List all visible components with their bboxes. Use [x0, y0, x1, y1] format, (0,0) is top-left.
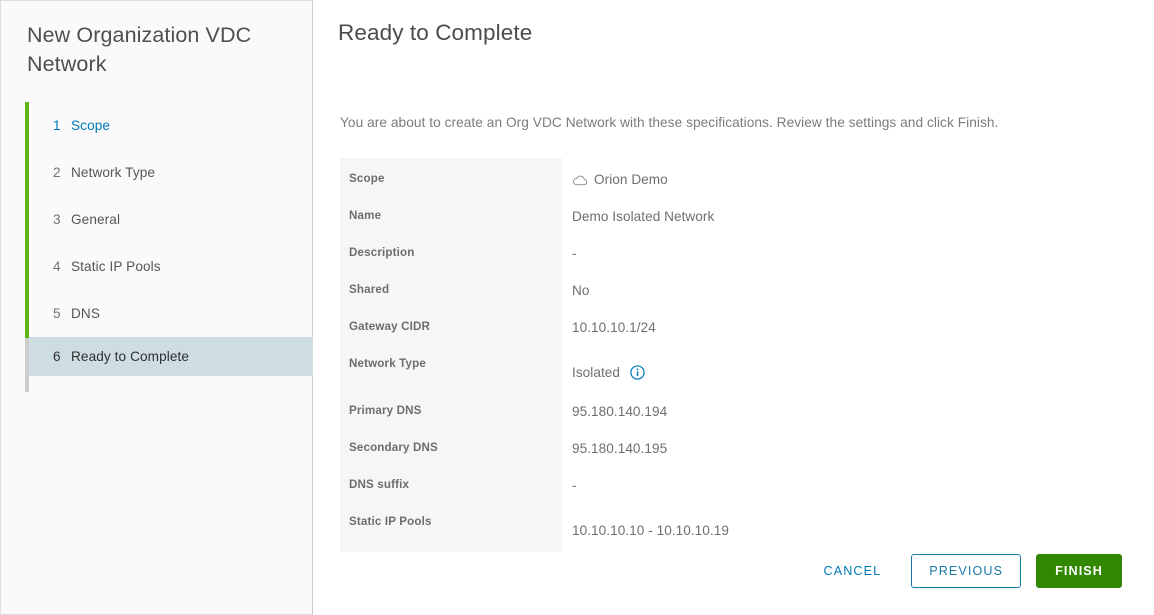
row-label: Secondary DNS — [349, 441, 438, 454]
row-value-text: No — [572, 283, 590, 298]
table-row: Gateway CIDR 10.10.10.1/24 — [340, 306, 1120, 343]
new-org-vdc-network-wizard: New Organization VDC Network 1 Scope 2 N… — [0, 0, 1154, 615]
row-value-text: Orion Demo — [594, 172, 668, 187]
row-value: - — [562, 464, 1120, 493]
table-row: Network Type Isolated — [340, 343, 1120, 390]
row-value: Orion Demo — [562, 158, 1120, 187]
previous-button[interactable]: PREVIOUS — [911, 554, 1022, 588]
row-value-text: - — [572, 478, 577, 493]
sidebar-step-dns[interactable]: 5 DNS — [29, 290, 314, 337]
sidebar-step-scope[interactable]: 1 Scope — [29, 102, 314, 149]
table-row: Primary DNS 95.180.140.194 — [340, 390, 1120, 427]
row-value: 95.180.140.195 — [562, 427, 1120, 456]
table-row: Static IP Pools 10.10.10.10 - 10.10.10.1… — [340, 501, 1120, 548]
row-value: 95.180.140.194 — [562, 390, 1120, 419]
wizard-footer: CANCEL PREVIOUS FINISH — [808, 554, 1122, 588]
step-number: 1 — [53, 118, 61, 133]
step-label: DNS — [71, 306, 101, 321]
row-value: Isolated — [562, 343, 1120, 380]
row-label: Static IP Pools — [349, 515, 432, 528]
row-value-text: 95.180.140.195 — [572, 441, 668, 456]
table-row: Secondary DNS 95.180.140.195 — [340, 427, 1120, 464]
wizard-step-list: 1 Scope 2 Network Type 3 General 4 Stati… — [25, 102, 318, 392]
row-value-text: 10.10.10.1/24 — [572, 320, 656, 335]
table-row: Scope Orion Demo — [340, 158, 1120, 195]
table-row: DNS suffix - — [340, 464, 1120, 501]
row-value-text: 95.180.140.194 — [572, 404, 668, 419]
row-label: Network Type — [349, 357, 426, 370]
row-label: DNS suffix — [349, 478, 410, 491]
row-value-text: - — [572, 246, 577, 261]
wizard-title: New Organization VDC Network — [27, 23, 252, 76]
table-row: Shared No — [340, 269, 1120, 306]
step-label: Scope — [71, 118, 111, 133]
info-icon[interactable] — [630, 365, 645, 380]
row-label: Shared — [349, 283, 390, 296]
row-value: 10.10.10.1/24 — [562, 306, 1120, 335]
row-value-text: Demo Isolated Network — [572, 209, 715, 224]
page-title: Ready to Complete — [338, 20, 533, 45]
step-number: 5 — [53, 306, 61, 321]
step-number: 6 — [53, 349, 61, 364]
step-label: Static IP Pools — [71, 259, 161, 274]
row-value: No — [562, 269, 1120, 298]
cancel-button[interactable]: CANCEL — [808, 554, 898, 588]
row-label: Scope — [349, 172, 385, 185]
step-label: General — [71, 212, 121, 227]
step-number: 4 — [53, 259, 61, 274]
row-value-text: 10.10.10.10 - 10.10.10.19 — [572, 523, 729, 538]
intro-text: You are about to create an Org VDC Netwo… — [340, 115, 999, 130]
step-label: Ready to Complete — [71, 349, 190, 364]
sidebar-step-ready-to-complete[interactable]: 6 Ready to Complete — [29, 337, 318, 376]
wizard-sidebar: New Organization VDC Network 1 Scope 2 N… — [0, 0, 318, 615]
row-label: Primary DNS — [349, 404, 422, 417]
row-label: Description — [349, 246, 415, 259]
sidebar-step-network-type[interactable]: 2 Network Type — [29, 149, 314, 196]
summary-table: Scope Orion Demo Name Demo Isolated Netw… — [340, 158, 1120, 552]
sidebar-step-static-ip-pools[interactable]: 4 Static IP Pools — [29, 243, 314, 290]
row-value-text: Isolated — [572, 365, 621, 380]
step-number: 3 — [53, 212, 61, 227]
finish-button[interactable]: FINISH — [1036, 554, 1122, 588]
table-row: Description - — [340, 232, 1120, 269]
table-row: Name Demo Isolated Network — [340, 195, 1120, 232]
row-value: - — [562, 232, 1120, 261]
sidebar-step-general[interactable]: 3 General — [29, 196, 314, 243]
row-value: Demo Isolated Network — [562, 195, 1120, 224]
row-label: Gateway CIDR — [349, 320, 431, 333]
row-value: 10.10.10.10 - 10.10.10.19 — [562, 501, 1120, 538]
step-label: Network Type — [71, 165, 156, 180]
cloud-icon — [572, 173, 588, 187]
step-number: 2 — [53, 165, 61, 180]
row-label: Name — [349, 209, 382, 222]
wizard-main-panel: Ready to Complete You are about to creat… — [313, 0, 1154, 615]
